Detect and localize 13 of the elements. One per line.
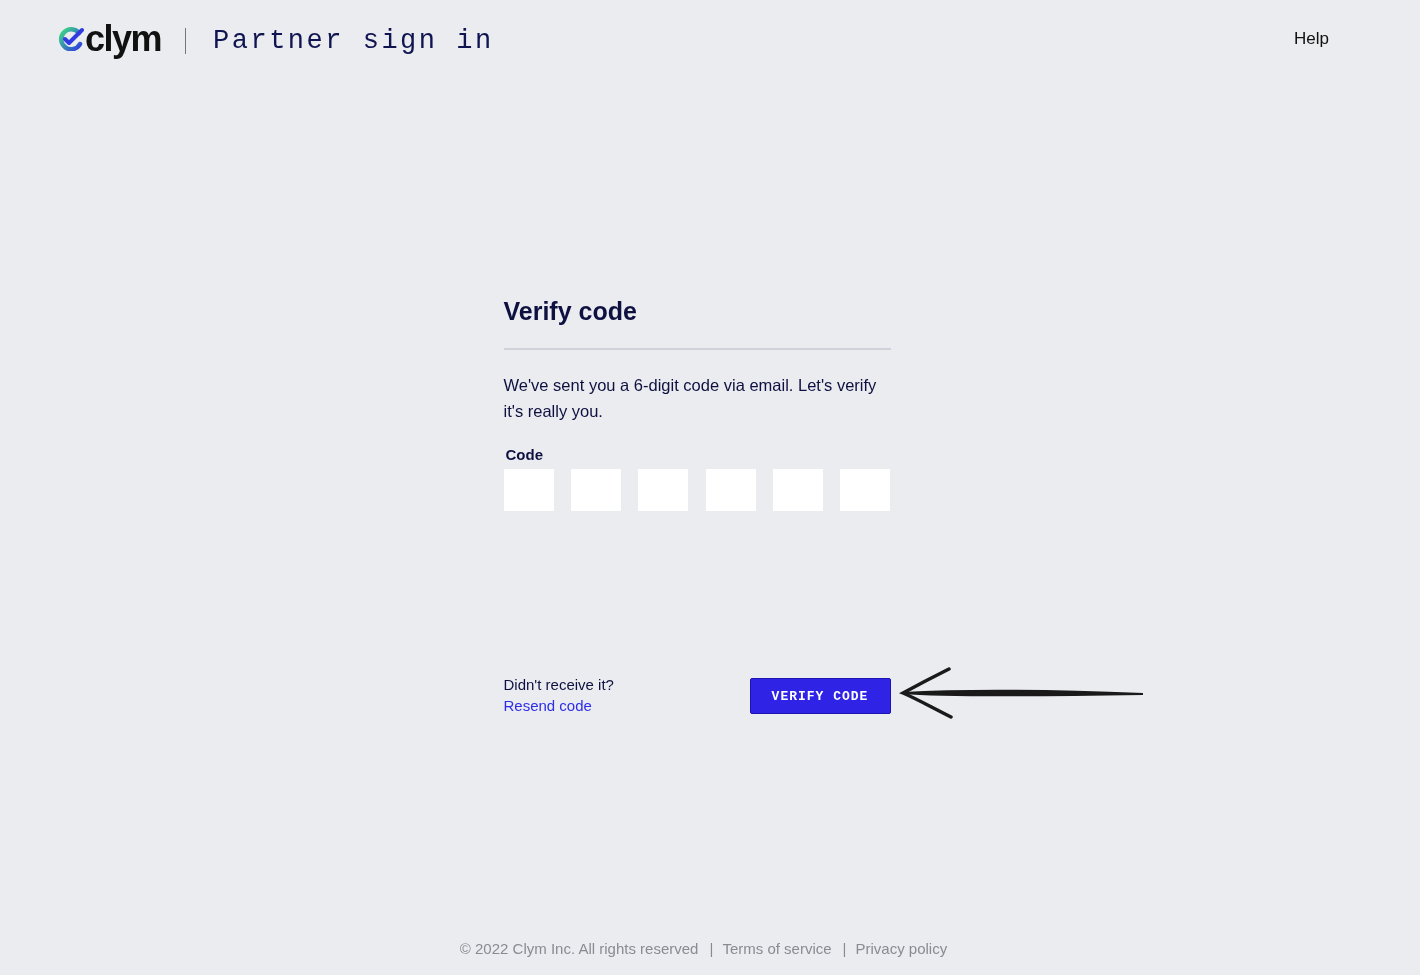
heading: Verify code bbox=[503, 296, 638, 326]
page-title: Partner sign in bbox=[213, 26, 494, 56]
verify-button[interactable]: VERIFY CODE bbox=[749, 678, 891, 714]
field-label: Code bbox=[505, 446, 544, 463]
copyright-text: © 2022 Clym Inc. All rights reserved bbox=[459, 940, 699, 957]
help-link[interactable]: Help bbox=[1294, 29, 1329, 49]
resend-link[interactable]: Resend code bbox=[503, 695, 614, 717]
separator: | bbox=[842, 940, 847, 957]
logo-text: clym bbox=[85, 19, 162, 59]
message-text: We've sent you a 6-digit code via email. Let's verify it's really you. bbox=[503, 375, 878, 422]
checkmark-logo-icon bbox=[58, 27, 84, 51]
resend-prompt: Didn't receive it? bbox=[503, 675, 614, 695]
separator: | bbox=[709, 940, 714, 957]
